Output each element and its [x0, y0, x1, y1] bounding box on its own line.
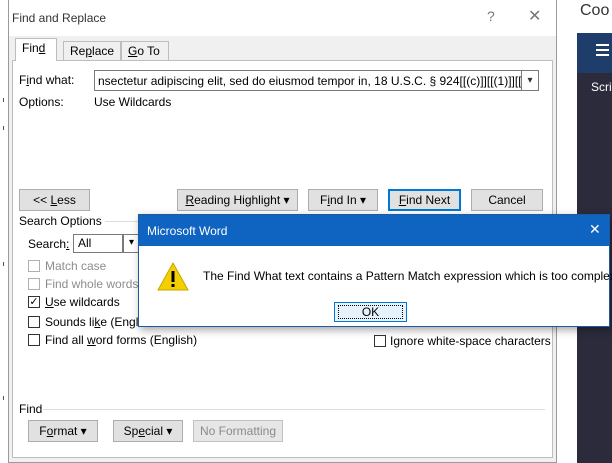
background-header	[577, 33, 612, 73]
focus-outline	[338, 305, 403, 319]
btn-text: eading Highlight ▾	[194, 193, 290, 207]
special-button[interactable]: Special ▾	[113, 420, 183, 442]
tab-goto[interactable]: Go To	[121, 41, 169, 61]
tab-find[interactable]: Find	[15, 38, 57, 61]
tab-replace[interactable]: Replace	[63, 41, 121, 61]
options-label: Options:	[19, 95, 64, 109]
label-accel: U	[45, 295, 54, 309]
background-label: Scri	[591, 80, 612, 94]
tab-label-accel: d	[38, 41, 46, 55]
btn-text: cial ▾	[145, 424, 173, 438]
btn-text: Sp	[123, 424, 139, 438]
warning-icon	[157, 261, 189, 291]
tab-label-accel: G	[128, 44, 138, 58]
reading-highlight-button[interactable]: Reading Highlight ▾	[177, 189, 298, 211]
message-text: The Find What text contains a Pattern Ma…	[203, 269, 612, 283]
find-what-input[interactable]: nsectetur adipiscing elit, sed do eiusmo…	[94, 70, 522, 91]
btn-accel: e	[138, 424, 145, 438]
label-text: Sounds li	[45, 315, 95, 329]
find-group-label: Find	[19, 402, 43, 416]
ok-button[interactable]: OK	[334, 302, 407, 322]
label-text: se wildcards	[53, 295, 120, 309]
sounds-like-checkbox[interactable]	[28, 316, 40, 328]
match-case-checkbox[interactable]	[28, 260, 40, 272]
close-icon[interactable]: ✕	[528, 6, 541, 26]
hamburger-icon[interactable]	[596, 49, 609, 51]
find-in-button[interactable]: Find In ▾	[308, 189, 378, 211]
find-what-label: Find what:	[19, 73, 74, 87]
background-mark	[3, 396, 4, 400]
background-mark	[3, 262, 4, 266]
label-text: Search	[28, 237, 67, 251]
btn-text: rmat ▾	[53, 424, 87, 438]
background-mark	[3, 126, 4, 130]
tab-label: o To	[137, 44, 160, 58]
group-divider	[43, 409, 545, 410]
chevron-down-icon[interactable]: ▾	[522, 70, 539, 91]
use-wildcards-checkbox[interactable]: ✓	[28, 296, 40, 308]
sounds-like-label: Sounds like (English)	[45, 315, 141, 329]
dialog-title: Find and Replace	[12, 11, 107, 25]
match-case-label: Match case	[45, 259, 107, 273]
hamburger-icon[interactable]	[596, 44, 609, 46]
find-whole-words-checkbox[interactable]	[28, 278, 40, 290]
message-box-title: Microsoft Word	[147, 224, 228, 238]
label-text: Find all	[45, 333, 88, 347]
label-accel: w	[87, 333, 96, 347]
search-label: Search:	[28, 237, 69, 251]
find-all-word-forms-checkbox[interactable]	[28, 334, 40, 346]
tab-label: Re	[70, 44, 86, 58]
error-message-box: Microsoft Word ✕ The Find What text cont…	[138, 214, 612, 327]
tab-strip: Find Replace Go To	[9, 36, 556, 61]
label-text: ord forms (English)	[95, 333, 198, 347]
use-wildcards-label: Use wildcards	[45, 295, 120, 309]
tab-label: Fin	[22, 41, 39, 55]
less-button[interactable]: << Less	[19, 189, 90, 211]
find-all-word-forms-label: Find all word forms (English)	[45, 333, 197, 347]
no-formatting-button[interactable]: No Formatting	[193, 420, 283, 442]
background-mark	[3, 98, 4, 102]
btn-text: nd In ▾	[329, 193, 367, 207]
label-text: e (English)	[100, 315, 141, 329]
find-whole-words-label: Find whole words only	[45, 277, 141, 291]
label-accel: :	[66, 237, 70, 251]
format-button[interactable]: Format ▾	[28, 420, 98, 442]
options-value: Use Wildcards	[94, 95, 172, 109]
btn-text: ess	[57, 193, 76, 207]
help-icon[interactable]: ?	[487, 8, 495, 24]
tab-label: lace	[92, 44, 115, 58]
ignore-whitespace-checkbox[interactable]	[374, 335, 386, 347]
ignore-whitespace-label: Ignore white-space characters	[390, 334, 551, 348]
btn-text: ind Next	[406, 193, 451, 207]
hamburger-icon[interactable]	[596, 54, 609, 56]
search-options-label: Search Options	[19, 214, 102, 228]
btn-text: <<	[33, 193, 51, 207]
dialog-titlebar: Find and Replace ? ✕	[9, 0, 556, 36]
background-title: Coo	[580, 2, 610, 19]
message-box-titlebar: Microsoft Word ✕	[139, 215, 609, 246]
btn-text: F	[39, 424, 47, 438]
btn-accel: R	[185, 193, 195, 207]
search-direction-select[interactable]: All	[73, 234, 123, 253]
close-icon[interactable]: ✕	[589, 221, 601, 238]
cancel-button[interactable]: Cancel	[471, 189, 543, 211]
label-text: nd what:	[29, 73, 75, 87]
find-next-button[interactable]: Find Next	[388, 189, 461, 211]
